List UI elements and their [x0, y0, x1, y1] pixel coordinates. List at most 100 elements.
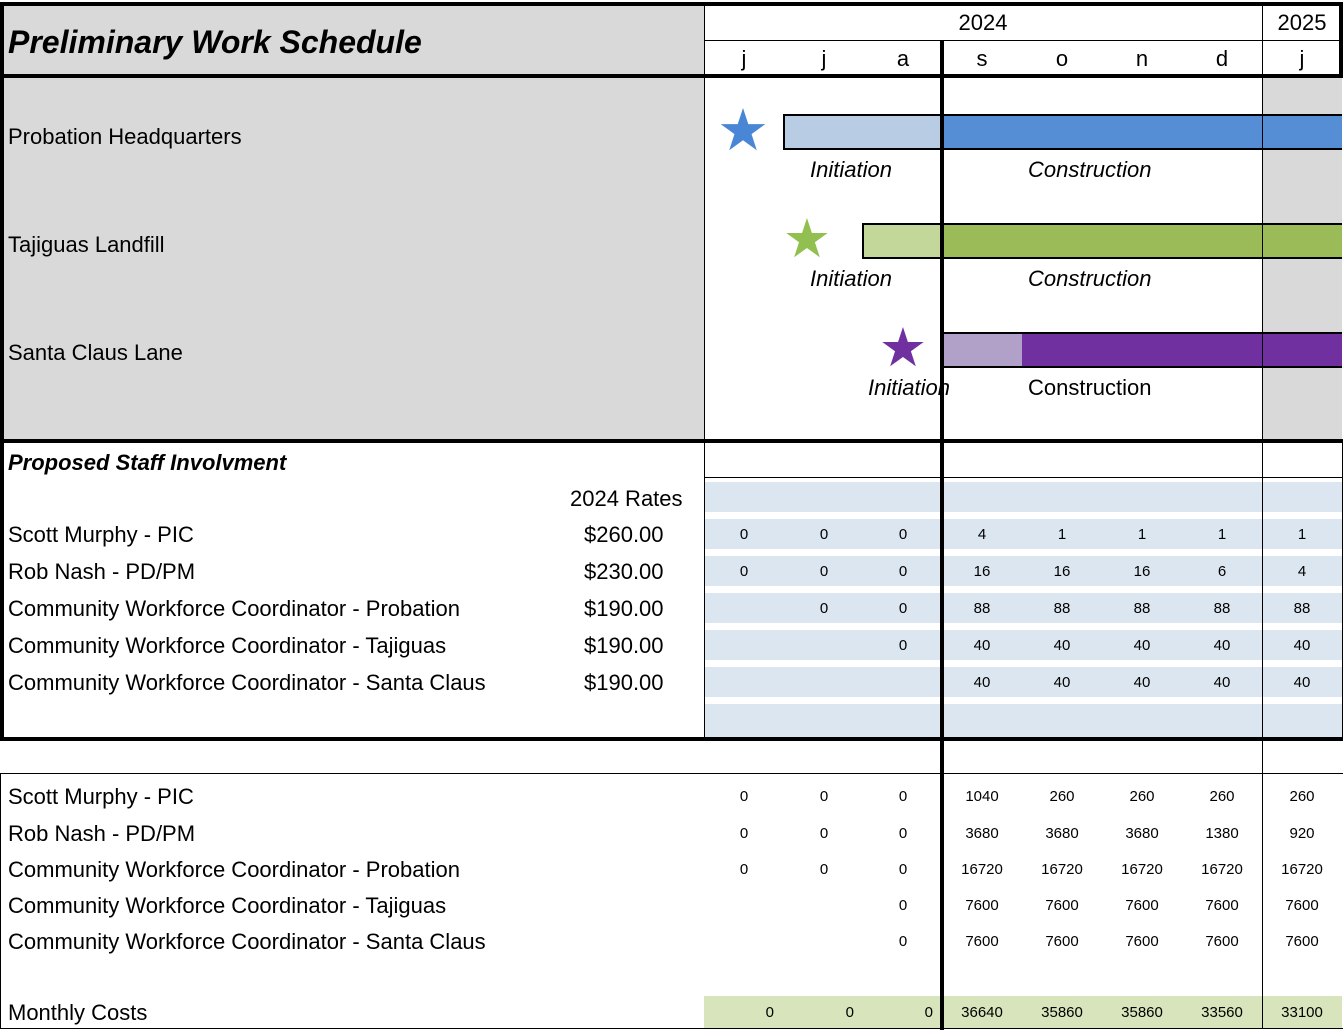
santa-claus-construction-label: Construction: [1028, 375, 1152, 400]
staff-rate: $190.00: [584, 596, 664, 621]
cost-top-line: [0, 773, 1343, 774]
cost-cell: 0: [739, 861, 749, 878]
projects-bottom-line: [0, 439, 1343, 443]
month-header-2: a: [896, 46, 910, 71]
staff-name: Scott Murphy - PIC: [8, 522, 194, 547]
cost-cell: 0: [898, 825, 908, 842]
staff-hours-cell: 40: [1293, 637, 1311, 654]
year-row-line: [704, 40, 1343, 41]
month-header-6: d: [1215, 46, 1229, 71]
staff-hours-cell: 6: [1217, 563, 1227, 580]
staff-divider-left: [704, 441, 705, 738]
cost-cell: 3680: [965, 825, 999, 842]
staff-hours-cell: 16: [1133, 563, 1151, 580]
cost-cell: 16720: [1121, 861, 1163, 878]
tajiguas-initiation-bar: [862, 223, 943, 259]
cost-cell: 0: [898, 861, 908, 878]
monthly-cost-cell: 33560: [1201, 1004, 1243, 1021]
staff-hours-cell: 0: [898, 637, 908, 654]
cost-cell: 7600: [1045, 933, 1079, 950]
staff-hours-cell: 88: [973, 600, 991, 617]
staff-hours-cell: 0: [898, 563, 908, 580]
month-header-7: j: [1299, 46, 1305, 71]
cost-cell: 260: [1209, 788, 1235, 805]
cost-cell: 0: [819, 825, 829, 842]
staff-hours-cell: 1: [1217, 526, 1227, 543]
staff-hours-cell: 1: [1137, 526, 1147, 543]
cost-cell: 7600: [1205, 933, 1239, 950]
probation-star-icon: ★: [717, 98, 769, 163]
staff-hours-cell: 88: [1213, 600, 1231, 617]
staff-row-gap: [704, 660, 1343, 667]
monthly-cost-cell: 36640: [961, 1004, 1003, 1021]
staff-hours-cell: 40: [1213, 637, 1231, 654]
cost-cell: 1040: [965, 788, 999, 805]
staff-heading: Proposed Staff Involvment: [8, 450, 287, 475]
cost-cell: 0: [819, 788, 829, 805]
rates-header: 2024 Rates: [570, 486, 683, 511]
cost-cell: 16720: [961, 861, 1003, 878]
staff-hours-cell: 4: [977, 526, 987, 543]
staff-row-gap: [704, 623, 1343, 630]
staff-hours-cell: 16: [1053, 563, 1071, 580]
staff-hours-cell: 40: [1133, 637, 1151, 654]
staff-rate: $230.00: [584, 559, 664, 584]
tajiguas-initiation-label: Initiation: [810, 266, 892, 291]
staff-hours-cell: 0: [739, 563, 749, 580]
cost-cell: 16720: [1281, 861, 1323, 878]
staff-hours-cell: 40: [1053, 674, 1071, 691]
probation-construction-label: Construction: [1028, 157, 1152, 182]
santa-claus-construction-bar: [1022, 332, 1342, 368]
staff-row-gap: [704, 512, 1343, 519]
year-divider: [1262, 2, 1263, 442]
monthly-cost-cell: 0: [765, 1004, 774, 1021]
year-2024-label: 2024: [958, 10, 1008, 35]
staff-hours-cell: 40: [1293, 674, 1311, 691]
staff-hours-cell: 88: [1293, 600, 1311, 617]
staff-bottom-line: [0, 737, 1343, 741]
staff-hours-cell: 0: [739, 526, 749, 543]
cost-cell: 0: [739, 825, 749, 842]
probation-construction-bar: [943, 114, 1342, 150]
page-title: Preliminary Work Schedule: [8, 24, 422, 60]
cost-cell: 7600: [1125, 933, 1159, 950]
cost-cell: 0: [898, 933, 908, 950]
project-tajiguas-name: Tajiguas Landfill: [8, 232, 165, 257]
staff-hours-cell: 0: [898, 526, 908, 543]
month-header-4: o: [1055, 46, 1069, 71]
cost-row-name: Community Workforce Coordinator - Tajigu…: [8, 893, 447, 918]
border-top: [0, 2, 1343, 6]
cost-left-line: [0, 773, 1, 1029]
cost-cell: 0: [898, 897, 908, 914]
cost-cell: 3680: [1045, 825, 1079, 842]
staff-hours-cell: 1: [1297, 526, 1307, 543]
month-header-1: j: [821, 46, 827, 71]
month-header-3: s: [976, 46, 988, 71]
cost-cell: 0: [898, 788, 908, 805]
staff-divider-right: [1262, 441, 1263, 1029]
staff-hours-cell: 0: [819, 600, 829, 617]
month-header-5: n: [1135, 46, 1149, 71]
cost-cell: 1380: [1205, 825, 1239, 842]
month-header-0: j: [741, 46, 747, 71]
santa-claus-initiation-bar: [943, 332, 1022, 368]
cost-cell: 0: [739, 788, 749, 805]
current-month-divider: [940, 40, 944, 1030]
tajiguas-construction-bar: [943, 223, 1342, 259]
staff-hours-cell: 0: [819, 526, 829, 543]
border-left: [0, 2, 4, 740]
santa-claus-star-icon: ★: [878, 318, 928, 378]
staff-hours-cell: 40: [1053, 637, 1071, 654]
tajiguas-star-icon: ★: [782, 209, 832, 269]
monthly-costs-label: Monthly Costs: [8, 1000, 148, 1025]
monthly-cost-cell: 0: [924, 1004, 933, 1021]
monthly-cost-cell: 35860: [1121, 1004, 1163, 1021]
staff-hours-cell: 40: [973, 637, 991, 654]
tajiguas-construction-label: Construction: [1028, 266, 1152, 291]
staff-hours-cell: 1: [1057, 526, 1067, 543]
probation-initiation-label: Initiation: [810, 157, 892, 182]
staff-hours-cell: 88: [1053, 600, 1071, 617]
staff-grid-row-6: [704, 704, 1342, 737]
cost-cell: 7600: [965, 933, 999, 950]
staff-hours-cell: 0: [819, 563, 829, 580]
